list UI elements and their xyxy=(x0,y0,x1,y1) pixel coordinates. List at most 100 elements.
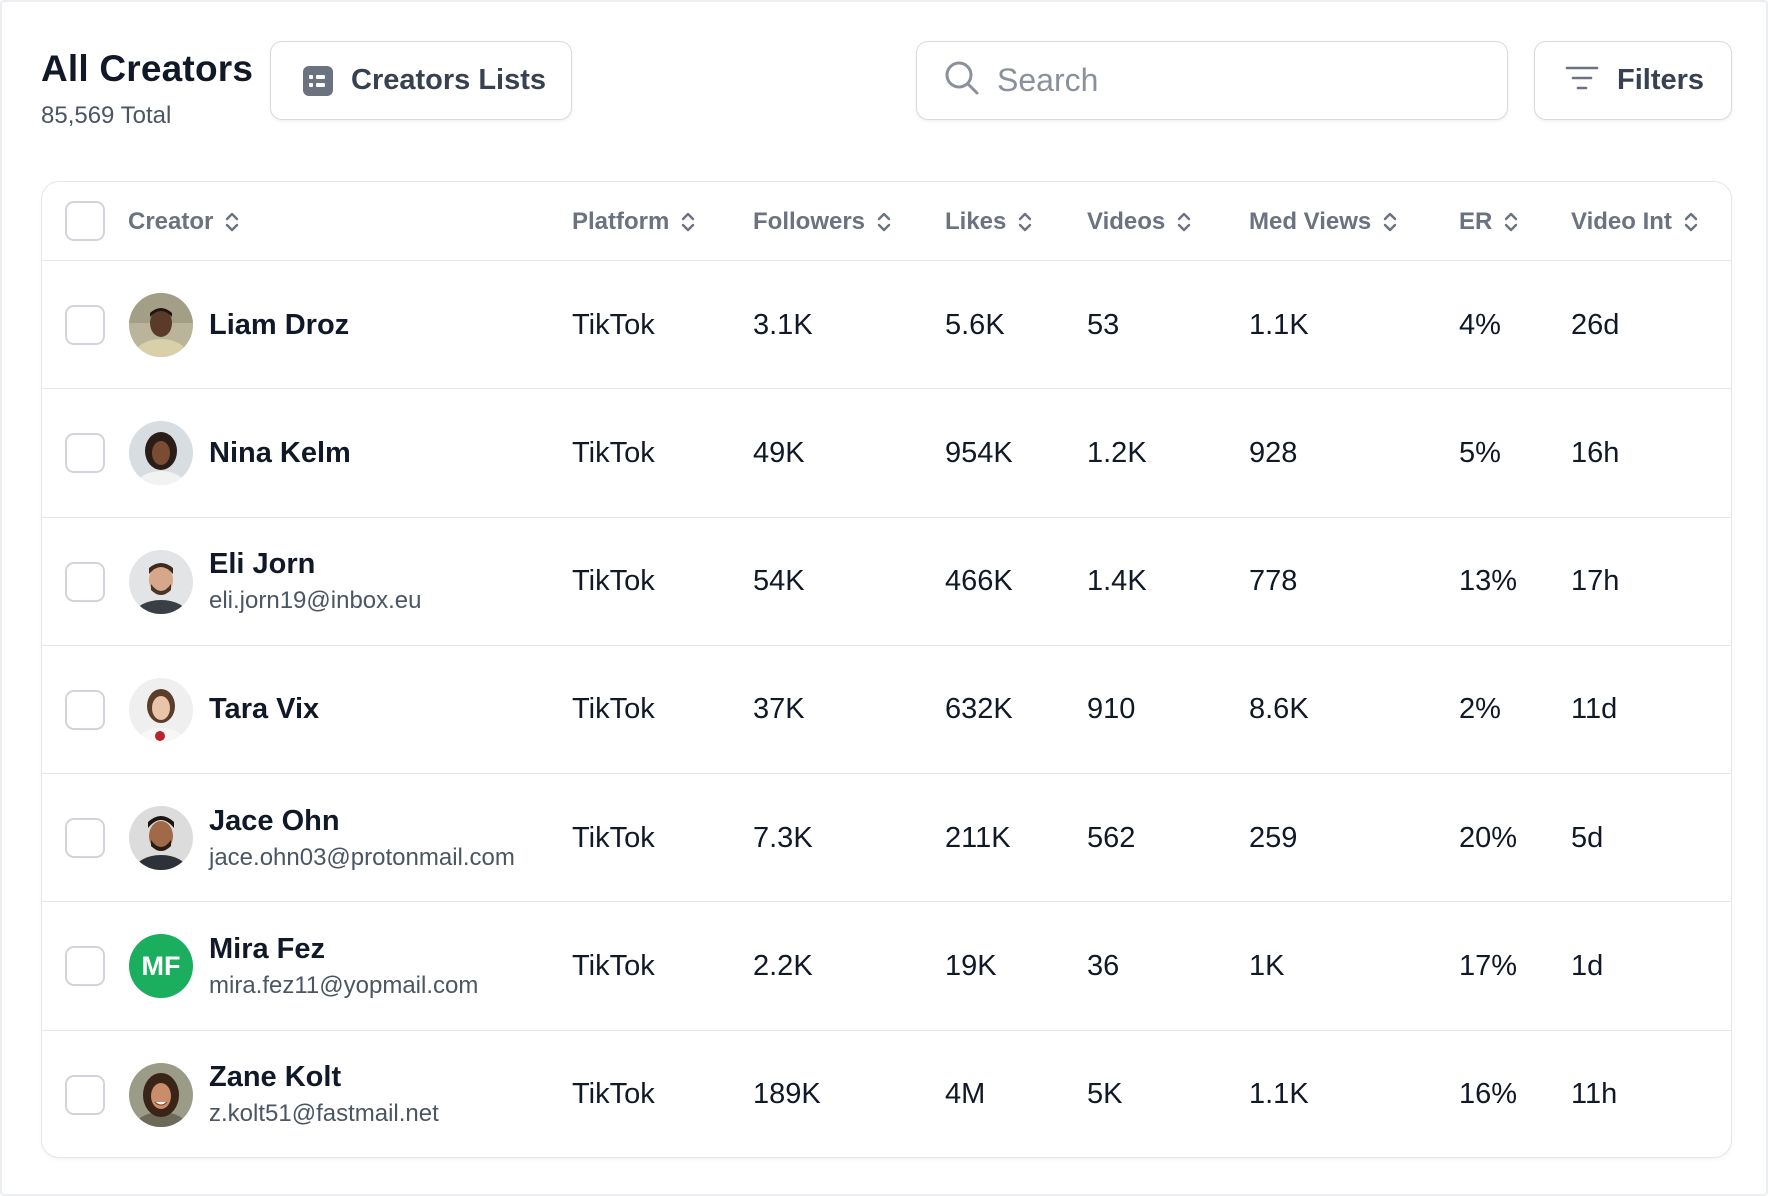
row-checkbox[interactable] xyxy=(65,689,105,730)
likes-cell: 954K xyxy=(945,436,1013,469)
column-header-likes[interactable]: Likes xyxy=(945,182,1032,261)
filter-icon xyxy=(1565,65,1599,96)
total-count: 85,569 Total xyxy=(41,102,172,129)
er-cell: 4% xyxy=(1459,308,1501,341)
creator-email: z.kolt51@fastmail.net xyxy=(209,1100,439,1128)
column-label: Med Views xyxy=(1249,207,1372,235)
creator-name[interactable]: Zane Kolt xyxy=(209,1061,439,1094)
likes-cell: 632K xyxy=(945,693,1013,726)
sort-icon xyxy=(681,211,695,233)
med-views-cell: 1.1K xyxy=(1249,308,1309,341)
platform-cell: TikTok xyxy=(572,565,655,598)
followers-cell: 54K xyxy=(753,565,805,598)
sort-icon xyxy=(1504,211,1518,233)
likes-cell: 5.6K xyxy=(945,308,1005,341)
creator-name[interactable]: Mira Fez xyxy=(209,933,478,966)
sort-icon xyxy=(1177,211,1191,233)
med-views-cell: 8.6K xyxy=(1249,693,1309,726)
creators-lists-button[interactable]: Creators Lists xyxy=(270,41,572,120)
sort-icon xyxy=(225,211,239,233)
table-row[interactable]: Eli Jorn eli.jorn19@inbox.eu TikTok 54K … xyxy=(42,518,1731,646)
row-checkbox[interactable] xyxy=(65,561,105,602)
videos-cell: 910 xyxy=(1087,693,1136,726)
med-views-cell: 928 xyxy=(1249,436,1298,469)
followers-cell: 49K xyxy=(753,436,805,469)
table-row[interactable]: Jace Ohn jace.ohn03@protonmail.com TikTo… xyxy=(42,774,1731,903)
row-checkbox[interactable] xyxy=(65,1074,105,1115)
avatar xyxy=(129,677,193,742)
table-row[interactable]: Tara Vix TikTok 37K 632K 910 8.6K 2% 11d xyxy=(42,646,1731,775)
creator-name[interactable]: Liam Droz xyxy=(209,309,349,342)
er-cell: 17% xyxy=(1459,949,1518,982)
column-label: Videos xyxy=(1087,207,1166,235)
platform-cell: TikTok xyxy=(572,308,655,341)
videos-cell: 562 xyxy=(1087,821,1136,854)
select-all-checkbox[interactable] xyxy=(65,201,105,241)
er-cell: 2% xyxy=(1459,693,1501,726)
column-header-video-int[interactable]: Video Int xyxy=(1571,182,1698,261)
med-views-cell: 1K xyxy=(1249,949,1285,982)
avatar-initials: MF xyxy=(129,934,193,999)
table-row[interactable]: Liam Droz TikTok 3.1K 5.6K 53 1.1K 4% 26… xyxy=(42,261,1731,390)
likes-cell: 4M xyxy=(945,1078,986,1111)
followers-cell: 7.3K xyxy=(753,821,813,854)
likes-cell: 19K xyxy=(945,949,997,982)
er-cell: 20% xyxy=(1459,821,1518,854)
table-header: Creator Platform Followers Likes Videos xyxy=(42,182,1731,261)
column-header-followers[interactable]: Followers xyxy=(753,182,891,261)
creator-email: eli.jorn19@inbox.eu xyxy=(209,587,422,615)
platform-cell: TikTok xyxy=(572,821,655,854)
search-box[interactable] xyxy=(916,41,1508,120)
filters-button[interactable]: Filters xyxy=(1534,41,1732,120)
videos-cell: 5K xyxy=(1087,1078,1123,1111)
videos-cell: 53 xyxy=(1087,308,1120,341)
creator-name[interactable]: Tara Vix xyxy=(209,693,319,726)
search-input[interactable] xyxy=(997,62,1477,99)
column-header-med-views[interactable]: Med Views xyxy=(1249,182,1397,261)
row-checkbox[interactable] xyxy=(65,433,105,474)
column-header-creator[interactable]: Creator xyxy=(128,182,239,261)
avatar xyxy=(129,1062,193,1127)
table-row[interactable]: MF Mira Fez mira.fez11@yopmail.com TikTo… xyxy=(42,902,1731,1031)
creators-lists-label: Creators Lists xyxy=(351,64,547,96)
med-views-cell: 778 xyxy=(1249,565,1298,598)
creator-email: mira.fez11@yopmail.com xyxy=(209,971,479,999)
sort-icon xyxy=(877,211,891,233)
row-checkbox[interactable] xyxy=(65,946,105,987)
row-checkbox[interactable] xyxy=(65,305,105,345)
er-cell: 16% xyxy=(1459,1078,1518,1111)
med-views-cell: 259 xyxy=(1249,821,1298,854)
med-views-cell: 1.1K xyxy=(1249,1078,1309,1111)
creator-info: Eli Jorn eli.jorn19@inbox.eu xyxy=(209,518,422,646)
likes-cell: 466K xyxy=(945,565,1013,598)
video-int-cell: 5d xyxy=(1571,821,1604,854)
likes-cell: 211K xyxy=(945,821,1011,854)
column-header-er[interactable]: ER xyxy=(1459,182,1518,261)
platform-cell: TikTok xyxy=(572,436,655,469)
video-int-cell: 16h xyxy=(1571,436,1620,469)
videos-cell: 1.4K xyxy=(1087,565,1147,598)
creator-name[interactable]: Eli Jorn xyxy=(209,548,422,581)
avatar xyxy=(129,293,193,357)
column-header-videos[interactable]: Videos xyxy=(1087,182,1191,261)
row-checkbox[interactable] xyxy=(65,818,105,859)
filters-label: Filters xyxy=(1617,64,1705,96)
er-cell: 5% xyxy=(1459,436,1501,469)
avatar xyxy=(129,549,193,614)
platform-cell: TikTok xyxy=(572,693,655,726)
creator-info: Nina Kelm xyxy=(209,389,351,517)
video-int-cell: 26d xyxy=(1571,308,1620,341)
sort-icon xyxy=(1018,211,1032,233)
column-label: Followers xyxy=(753,207,866,235)
sort-icon xyxy=(1383,211,1397,233)
table-row[interactable]: Zane Kolt z.kolt51@fastmail.net TikTok 1… xyxy=(42,1031,1731,1157)
followers-cell: 3.1K xyxy=(753,308,813,341)
creator-name[interactable]: Jace Ohn xyxy=(209,805,515,838)
creator-name[interactable]: Nina Kelm xyxy=(209,437,351,470)
column-header-platform[interactable]: Platform xyxy=(572,182,695,261)
avatar xyxy=(129,421,193,486)
video-int-cell: 11d xyxy=(1571,693,1618,726)
table-row[interactable]: Nina Kelm TikTok 49K 954K 1.2K 928 5% 16… xyxy=(42,389,1731,518)
title-block: All Creators 85,569 Total xyxy=(41,48,253,130)
er-cell: 13% xyxy=(1459,565,1518,598)
